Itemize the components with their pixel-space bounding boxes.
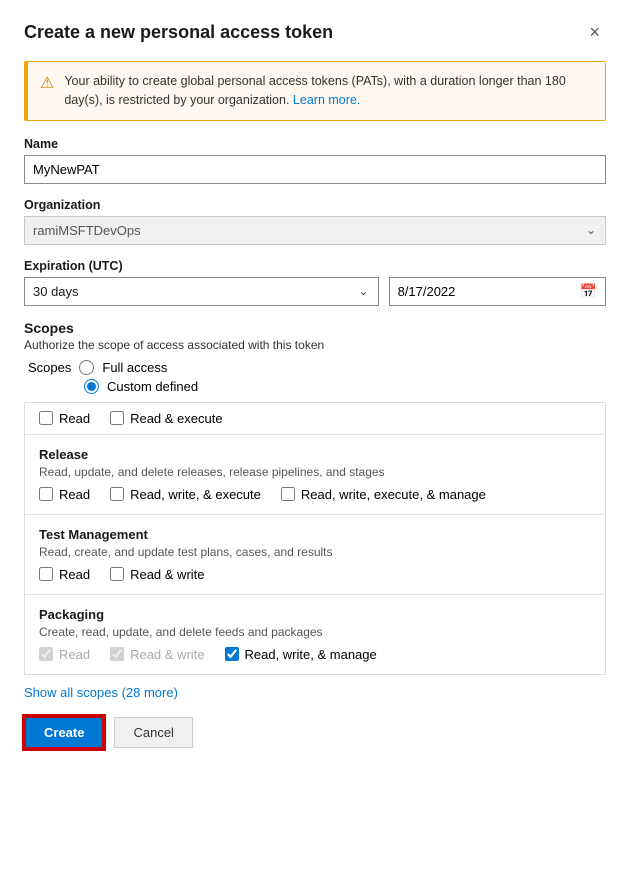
packaging-read-write-checkbox — [110, 647, 124, 661]
truncated-read-checkbox[interactable] — [39, 411, 53, 425]
release-read-write-execute-option[interactable]: Read, write, & execute — [110, 487, 261, 502]
expiration-label: Expiration (UTC) — [24, 259, 606, 273]
release-section: Release Read, update, and delete release… — [25, 435, 605, 515]
show-all-scopes-link[interactable]: Show all scopes (28 more) — [24, 685, 178, 700]
release-options: Read Read, write, & execute Read, write,… — [39, 487, 591, 502]
organization-select-wrapper: ramiMSFTDevOps ⌄ — [24, 216, 606, 245]
warning-banner: ⚠ Your ability to create global personal… — [24, 61, 606, 121]
test-management-title: Test Management — [39, 527, 591, 542]
name-input[interactable] — [24, 155, 606, 184]
dialog-container: Create a new personal access token × ⚠ Y… — [0, 0, 630, 880]
name-label: Name — [24, 137, 606, 151]
custom-defined-radio[interactable] — [84, 379, 99, 394]
truncated-read-execute-option[interactable]: Read & execute — [110, 411, 223, 426]
packaging-read-write-manage-label: Read, write, & manage — [245, 647, 377, 662]
test-management-read-write-label: Read & write — [130, 567, 204, 582]
cancel-button[interactable]: Cancel — [114, 717, 192, 748]
truncated-read-execute-label: Read & execute — [130, 411, 223, 426]
test-management-read-write-checkbox[interactable] — [110, 567, 124, 581]
truncated-read-execute-checkbox[interactable] — [110, 411, 124, 425]
custom-defined-radio-item[interactable]: Custom defined — [84, 379, 606, 394]
release-description: Read, update, and delete releases, relea… — [39, 465, 591, 479]
scopes-description: Authorize the scope of access associated… — [24, 338, 606, 352]
expiration-select[interactable]: 30 days — [24, 277, 379, 306]
release-read-write-execute-manage-option[interactable]: Read, write, execute, & manage — [281, 487, 486, 502]
expiration-field-group: Expiration (UTC) 30 days ⌄ 📅 — [24, 259, 606, 306]
test-management-read-checkbox[interactable] — [39, 567, 53, 581]
scopes-section: Scopes Authorize the scope of access ass… — [24, 320, 606, 394]
dialog-header: Create a new personal access token × — [24, 20, 606, 45]
packaging-read-checkbox — [39, 647, 53, 661]
packaging-read-write-manage-checkbox[interactable] — [225, 647, 239, 661]
organization-field-group: Organization ramiMSFTDevOps ⌄ — [24, 198, 606, 245]
date-input-wrapper: 📅 — [389, 277, 606, 306]
create-button[interactable]: Create — [24, 716, 104, 749]
test-management-options: Read Read & write — [39, 567, 591, 582]
test-management-read-label: Read — [59, 567, 90, 582]
release-read-write-execute-manage-checkbox[interactable] — [281, 487, 295, 501]
name-field-group: Name — [24, 137, 606, 184]
custom-defined-label: Custom defined — [107, 379, 198, 394]
release-title: Release — [39, 447, 591, 462]
release-read-write-execute-label: Read, write, & execute — [130, 487, 261, 502]
test-management-read-write-option[interactable]: Read & write — [110, 567, 204, 582]
warning-learn-more-link[interactable]: Learn more. — [293, 93, 360, 107]
dialog-footer: Create Cancel — [24, 716, 606, 749]
show-all-count: (28 more) — [122, 685, 178, 700]
truncated-options-row: Read Read & execute — [39, 411, 591, 426]
dialog-title: Create a new personal access token — [24, 22, 333, 43]
full-access-radio[interactable] — [79, 360, 94, 375]
packaging-description: Create, read, update, and delete feeds a… — [39, 625, 591, 639]
release-read-checkbox[interactable] — [39, 487, 53, 501]
organization-select[interactable]: ramiMSFTDevOps — [24, 216, 606, 245]
packaging-section: Packaging Create, read, update, and dele… — [25, 595, 605, 674]
test-management-read-option[interactable]: Read — [39, 567, 90, 582]
packaging-read-write-manage-option[interactable]: Read, write, & manage — [225, 647, 377, 662]
packaging-title: Packaging — [39, 607, 591, 622]
full-access-radio-item[interactable]: Scopes Full access — [28, 360, 606, 375]
test-management-section: Test Management Read, create, and update… — [25, 515, 605, 595]
packaging-read-label: Read — [59, 647, 90, 662]
truncated-read-option[interactable]: Read — [39, 411, 90, 426]
packaging-read-write-option: Read & write — [110, 647, 204, 662]
expiration-row: 30 days ⌄ 📅 — [24, 277, 606, 306]
release-read-label: Read — [59, 487, 90, 502]
scopes-radio-group: Scopes Full access Custom defined — [28, 360, 606, 394]
scopes-scroll-container[interactable]: Read Read & execute Release Read, update… — [24, 402, 606, 675]
packaging-read-write-label: Read & write — [130, 647, 204, 662]
release-read-write-execute-checkbox[interactable] — [110, 487, 124, 501]
full-access-label: Full access — [102, 360, 167, 375]
truncated-scope-row: Read Read & execute — [25, 403, 605, 435]
release-read-write-execute-manage-label: Read, write, execute, & manage — [301, 487, 486, 502]
close-button[interactable]: × — [583, 20, 606, 45]
release-read-option[interactable]: Read — [39, 487, 90, 502]
warning-text: Your ability to create global personal a… — [64, 72, 593, 110]
test-management-description: Read, create, and update test plans, cas… — [39, 545, 591, 559]
show-all-scopes-row: Show all scopes (28 more) — [24, 685, 606, 700]
show-all-text: Show all scopes — [24, 685, 118, 700]
warning-icon: ⚠ — [40, 73, 54, 93]
scopes-inline-label: Scopes — [28, 360, 71, 375]
truncated-read-label: Read — [59, 411, 90, 426]
scopes-title: Scopes — [24, 320, 606, 336]
packaging-options: Read Read & write Read, write, & manage — [39, 647, 591, 662]
calendar-icon[interactable]: 📅 — [580, 283, 597, 300]
date-input[interactable] — [398, 284, 574, 299]
organization-label: Organization — [24, 198, 606, 212]
expiration-select-wrapper: 30 days ⌄ — [24, 277, 379, 306]
packaging-read-option: Read — [39, 647, 90, 662]
